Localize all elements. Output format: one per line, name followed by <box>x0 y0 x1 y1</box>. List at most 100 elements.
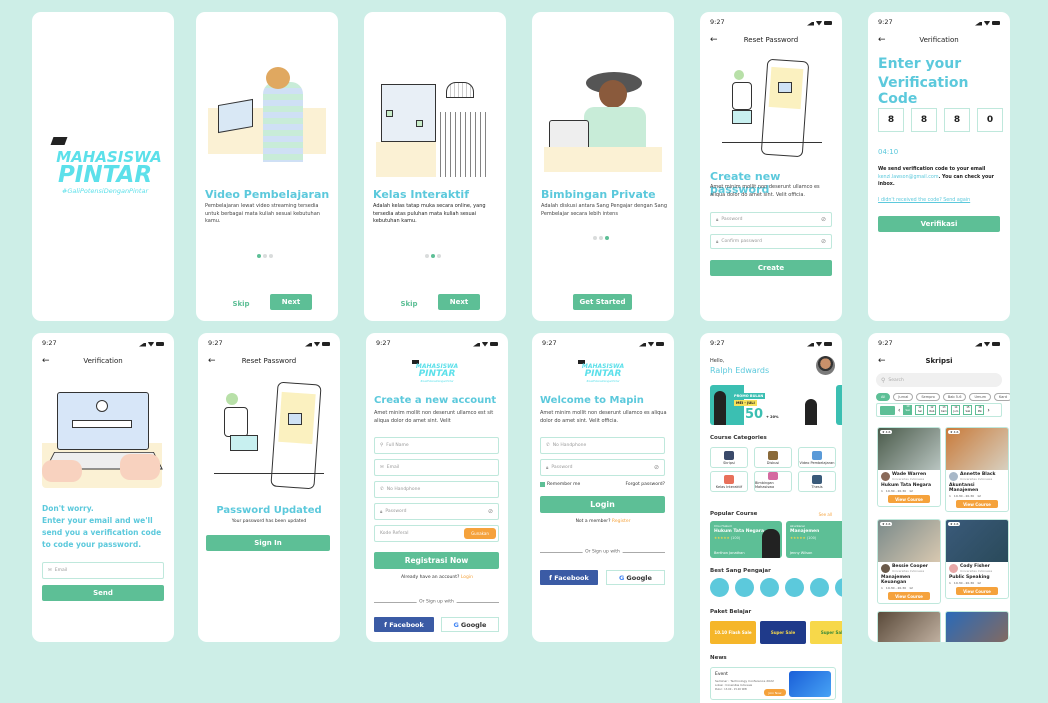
see-all-link[interactable]: See all <box>819 512 832 517</box>
apply-referral-button[interactable]: Gunakan <box>464 528 496 539</box>
course-image: ★ 4.6 <box>878 520 940 562</box>
email-field[interactable]: ✉ Email <box>374 459 499 476</box>
phone-field[interactable]: ✆ No Handphone <box>374 481 499 498</box>
date-item[interactable]: 12 Rab <box>927 405 937 415</box>
skip-button[interactable]: Skip <box>226 296 256 312</box>
skip-button[interactable]: Skip <box>394 296 424 312</box>
onboarding-title: Video Pembelajaran <box>205 188 330 201</box>
category-kelas-interaktif[interactable]: Kelas Interaktif <box>710 471 748 492</box>
facebook-button[interactable]: f Facebook <box>374 617 434 632</box>
view-course-button[interactable]: View Course <box>888 495 930 503</box>
teacher-avatar[interactable] <box>735 578 754 597</box>
onboarding-desc: Adalah kelas tatap muka secara online, y… <box>373 203 486 224</box>
password-field[interactable]: 🔒︎ Password ⊘ <box>540 459 665 476</box>
otp-digit[interactable]: 8 <box>878 108 904 132</box>
back-arrow-icon[interactable]: ← <box>42 356 50 366</box>
password-field[interactable]: 🔒︎ Password ⊘ <box>374 503 499 520</box>
back-arrow-icon[interactable]: ← <box>878 356 886 366</box>
filter-chip-all[interactable]: All <box>876 393 891 401</box>
teacher-avatar[interactable] <box>760 578 779 597</box>
eye-off-icon[interactable]: ⊘ <box>821 238 826 245</box>
view-course-button[interactable]: View Course <box>956 587 998 595</box>
google-button[interactable]: G Google <box>441 617 499 632</box>
filter-chip[interactable]: Sempro <box>916 393 940 401</box>
eye-off-icon[interactable]: ⊘ <box>654 464 659 471</box>
search-input[interactable]: ⚲ Search <box>876 373 1002 387</box>
register-button[interactable]: Registrasi Now <box>374 552 499 569</box>
facebook-button[interactable]: f Facebook <box>540 570 598 585</box>
teacher-avatar[interactable] <box>835 578 842 597</box>
forgot-password-link[interactable]: Forgot password? <box>625 482 665 487</box>
eye-off-icon[interactable]: ⊘ <box>488 508 493 515</box>
back-arrow-icon[interactable]: ← <box>710 35 718 45</box>
course-card[interactable]: ★ 4.6 Cody Fisher Universitas Indonesia P… <box>945 519 1009 599</box>
view-course-button[interactable]: View Course <box>956 500 998 508</box>
create-button[interactable]: Create <box>710 260 832 276</box>
month-selector[interactable] <box>880 405 895 415</box>
next-button[interactable]: Next <box>438 294 480 310</box>
filter-chip[interactable]: Umum <box>969 393 992 401</box>
password-field[interactable]: 🔒︎ Password ⊘ <box>710 212 832 227</box>
register-link[interactable]: Register <box>612 519 631 524</box>
category-skripsi[interactable]: Skripsi <box>710 447 748 468</box>
package-banner[interactable]: 10.10 Flash Sale <box>710 621 756 644</box>
news-card[interactable]: Event Seminar : Technology Conference 20… <box>710 667 836 700</box>
popular-course-card[interactable]: Akuntansi Manajemen ★★★★★ (100) Jenny Wi… <box>786 521 842 558</box>
join-now-button[interactable]: Join Now <box>764 689 786 696</box>
confirm-password-field[interactable]: 🔒︎ Confirm password ⊘ <box>710 234 832 249</box>
date-item[interactable]: 10 Sen <box>903 405 913 415</box>
course-card[interactable]: ★ 4.6 Bessie Cooper Universitas Indonesia… <box>877 519 941 604</box>
next-button[interactable]: Next <box>270 294 312 310</box>
referral-field[interactable]: Kode Referal Gunakan <box>374 525 499 542</box>
login-button[interactable]: Login <box>540 496 665 513</box>
teacher-avatar[interactable] <box>710 578 729 597</box>
avatar[interactable] <box>816 356 835 375</box>
chevron-right-icon[interactable]: › <box>987 407 989 414</box>
page-title: Welcome to Mapin <box>540 395 644 406</box>
teacher-avatar[interactable] <box>785 578 804 597</box>
course-card[interactable]: ★ 4.6 Annette Black Universitas Indonesia… <box>945 427 1009 512</box>
date-item[interactable]: 11 Sel <box>915 405 925 415</box>
skripsi-screen: 9:27 ← Skripsi ⚲ Search All Jurnal Sempro … <box>868 333 1010 642</box>
date-item[interactable]: 14 Jum <box>951 405 961 415</box>
back-arrow-icon[interactable]: ← <box>878 35 886 45</box>
date-item[interactable]: 16 Min <box>975 405 985 415</box>
phone-field[interactable]: ✆ No Handphone <box>540 437 665 454</box>
course-card[interactable]: ★ 4.6 Wade Warren Universitas Indonesia H… <box>877 427 941 507</box>
category-video[interactable]: Video Pembelajaran <box>798 447 836 468</box>
category-diskusi[interactable]: Diskusi <box>754 447 792 468</box>
filter-chip[interactable]: Jurnal <box>893 393 914 401</box>
login-link[interactable]: Login <box>461 575 473 580</box>
back-arrow-icon[interactable]: ← <box>208 356 216 366</box>
date-item[interactable]: 13 Kam <box>939 405 949 415</box>
otp-digit[interactable]: 8 <box>911 108 937 132</box>
view-course-button[interactable]: View Course <box>888 592 930 600</box>
otp-digit[interactable]: 0 <box>977 108 1003 132</box>
course-card-partial[interactable] <box>945 611 1009 642</box>
email-field[interactable]: ✉ Email <box>42 562 164 579</box>
eye-off-icon[interactable]: ⊘ <box>821 216 826 223</box>
send-button[interactable]: Send <box>42 585 164 601</box>
get-started-button[interactable]: Get Started <box>573 294 632 310</box>
teacher-avatar[interactable] <box>810 578 829 597</box>
filter-chip[interactable]: Kard <box>994 393 1010 401</box>
filter-chip[interactable]: Bab 5-6 <box>942 393 967 401</box>
remember-me-checkbox[interactable]: Remember me <box>540 482 580 487</box>
date-item[interactable]: 15 Sab <box>963 405 973 415</box>
popular-course-card[interactable]: Ilmu Hukum Hukum Tata Negara ★★★★★ (100)… <box>710 521 782 558</box>
resend-link[interactable]: I didn't received the code? Send again <box>878 198 970 203</box>
otp-digit[interactable]: 8 <box>944 108 970 132</box>
package-banner[interactable]: Super Sale <box>760 621 806 644</box>
chevron-left-icon[interactable]: ‹ <box>898 407 900 414</box>
course-card-partial[interactable] <box>877 611 941 642</box>
sign-in-button[interactable]: Sign In <box>206 535 330 551</box>
promo-banner-next[interactable] <box>836 385 842 425</box>
package-banner[interactable]: Super Sale <box>810 621 842 644</box>
google-button[interactable]: G Google <box>606 570 665 585</box>
category-bimbingan[interactable]: Bimbingan Mahasiswa <box>754 471 792 492</box>
promo-banner[interactable]: PROMO BULAN MEI - JULI 50 + 20% <box>710 385 832 425</box>
checkbox-checked-icon <box>540 482 545 487</box>
category-thesis[interactable]: Thesis <box>798 471 836 492</box>
full-name-field[interactable]: ⚲ Full Name <box>374 437 499 454</box>
verify-button[interactable]: Verifikasi <box>878 216 1000 232</box>
